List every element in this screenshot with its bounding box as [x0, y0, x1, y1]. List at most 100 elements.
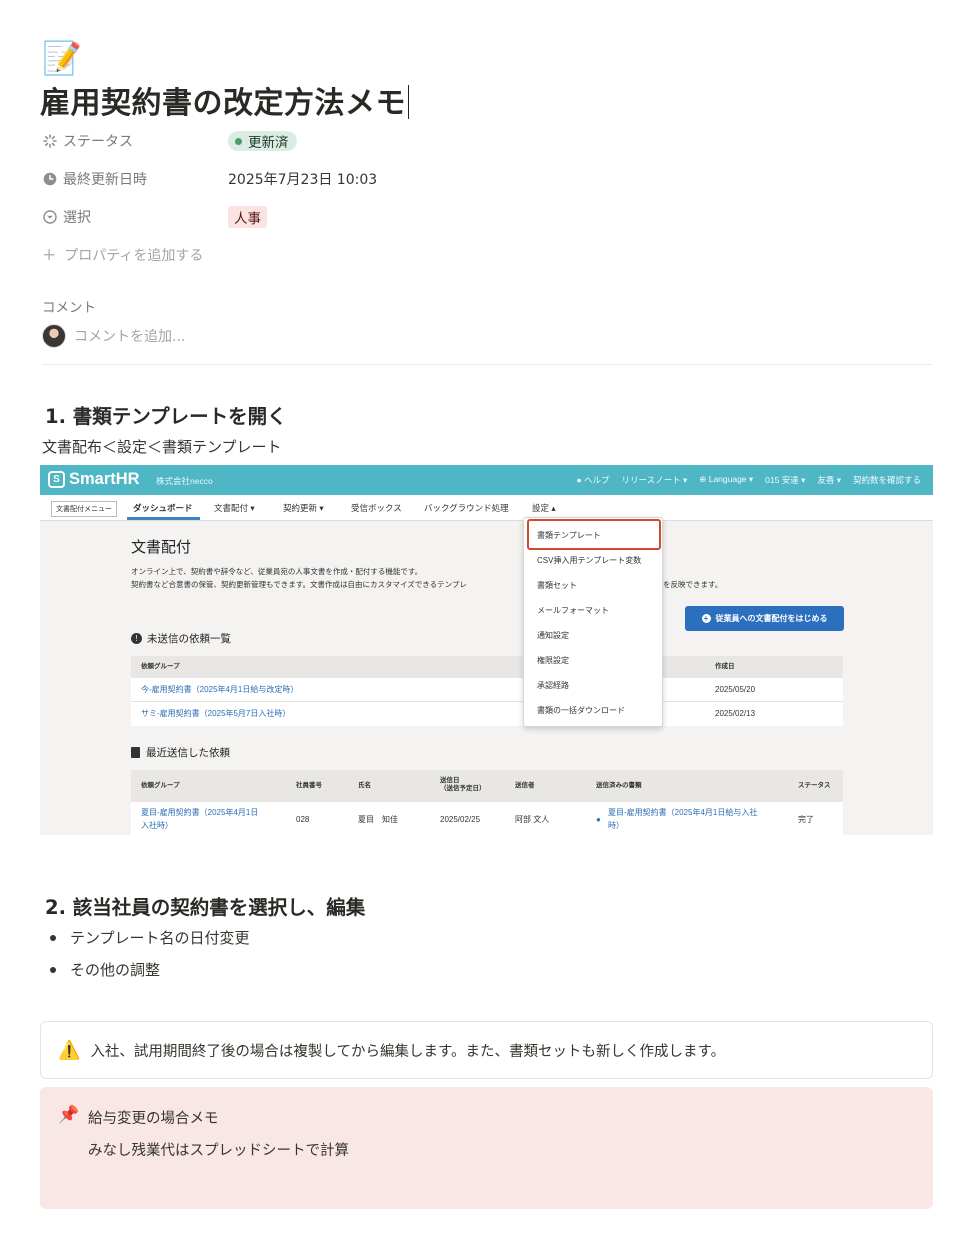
warning-icon[interactable]: ⚠️	[58, 1040, 80, 1061]
bullet-icon	[50, 934, 56, 941]
callout-note[interactable]: 📌 給与変更の場合メモ みなし残業代はスプレッドシートで計算	[40, 1087, 933, 1209]
property-last-edited[interactable]: 最終更新日時 2025年7月23日 10:03	[42, 166, 377, 192]
col-header-name: 氏名	[358, 782, 371, 789]
pending-heading: ! 未送信の依頼一覧	[131, 631, 231, 646]
col-header-date: 作成日	[715, 663, 735, 670]
recent-row-group-line1: 夏目-雇用契約書（2025年4月1日	[141, 808, 259, 817]
property-select[interactable]: 選択 人事	[42, 204, 267, 230]
row-divider	[131, 701, 843, 702]
avatar	[42, 324, 66, 348]
section-heading-1[interactable]: 1. 書類テンプレートを開く	[45, 400, 287, 429]
clock-icon	[42, 171, 58, 187]
tab-inbox: 受信ボックス	[351, 503, 402, 513]
topnav-help: ● ヘルプ	[576, 475, 610, 485]
recent-heading: 最近送信した依頼	[131, 745, 230, 760]
dropdown-item-approval-route: 承認経路	[537, 681, 569, 690]
recent-row-name: 夏目 知佳	[358, 815, 398, 824]
recent-table-header: 依頼グループ 社員番号 氏名 送信日 （送信予定日） 送信者 送信済みの書類 ス…	[131, 770, 843, 802]
list-item-text: その他の調整	[70, 961, 161, 979]
status-value: 更新済	[248, 135, 289, 151]
smarthr-header: S SmartHR 株式会社necco ● ヘルプ リリースノート ▾ ⊕ Lan…	[40, 465, 933, 495]
add-property-label: プロパティを追加する	[64, 248, 204, 264]
col-header-group: 依頼グループ	[141, 782, 180, 789]
col-header-status: ステータス	[798, 782, 831, 789]
dropdown-item-document-set: 書類セット	[537, 581, 577, 590]
pushpin-icon[interactable]: 📌	[58, 1105, 79, 1125]
callout-warning[interactable]: ⚠️ 入社、試用期間終了後の場合は複製してから編集します。また、書類セットも新し…	[40, 1021, 933, 1079]
col-header-sender: 送信者	[515, 782, 535, 789]
property-status[interactable]: ステータス 更新済	[42, 128, 297, 154]
tab-settings: 設定 ▴	[532, 503, 556, 513]
tab-dashboard: ダッシュボード	[133, 503, 193, 513]
pending-row-group: サミ-雇用契約書（2025年5月7日入社時）	[141, 709, 291, 718]
comments-heading: コメント	[42, 300, 96, 316]
description-line-1: オンライン上で、契約書や辞令など、従業員宛の人事文書を作成・配付する機能です。	[131, 567, 423, 576]
callout-warning-text[interactable]: 入社、試用期間終了後の場合は複製してから編集します。また、書類セットも新しく作成…	[90, 1040, 725, 1061]
dropdown-item-permissions: 権限設定	[537, 656, 569, 665]
status-icon	[42, 133, 58, 149]
section-1-text[interactable]: 文書配布＜設定＜書類テンプレート	[42, 436, 282, 457]
topnav-user: 015 安達 ▾	[765, 475, 806, 485]
recent-row-group-line2: 入社時）	[141, 821, 173, 830]
dropdown-item-mail-format: メールフォーマット	[537, 606, 609, 615]
recent-row-doc-line2: 時）	[608, 821, 624, 830]
topnav-language-label: Language ▾	[708, 474, 754, 484]
smarthr-brand: SmartHR	[69, 470, 140, 488]
list-item[interactable]: テンプレート名の日付変更	[50, 927, 250, 948]
start-delivery-label: 従業員への文書配付をはじめる	[715, 614, 828, 623]
start-delivery-button: + 従業員への文書配付をはじめる	[685, 606, 844, 631]
select-tag[interactable]: 人事	[228, 206, 267, 228]
select-icon	[42, 209, 58, 225]
page-title[interactable]: 雇用契約書の改定方法メモ	[40, 78, 409, 122]
recent-table: 依頼グループ 社員番号 氏名 送信日 （送信予定日） 送信者 送信済みの書類 ス…	[131, 770, 843, 835]
recent-row-date: 2025/02/25	[440, 815, 481, 824]
add-property-button[interactable]: + プロパティを追加する	[42, 245, 203, 265]
page-emoji-icon[interactable]: 📝	[42, 40, 82, 76]
document-icon	[131, 747, 140, 758]
property-label: 選択	[63, 210, 91, 226]
list-item-text: テンプレート名の日付変更	[70, 929, 250, 947]
plus-icon: +	[701, 614, 711, 623]
description-line-2-tail: を反映できます。	[663, 580, 723, 589]
plus-icon: +	[42, 245, 57, 265]
status-badge[interactable]: 更新済	[228, 131, 297, 151]
col-header-sent-date: 送信日 （送信予定日）	[440, 777, 486, 792]
bullet-icon	[50, 966, 56, 973]
smarthr-topnav: ● ヘルプ リリースノート ▾ ⊕ Language ▾ 015 安達 ▾ 友香…	[577, 474, 922, 486]
pending-table-header: 依頼グループ 作成日	[131, 656, 843, 678]
callout-note-title[interactable]: 給与変更の場合メモ	[88, 1107, 219, 1128]
smarthr-logo-icon: S	[48, 471, 65, 488]
add-comment-row[interactable]: コメントを追加...	[42, 324, 185, 348]
callout-note-text[interactable]: みなし残業代はスプレッドシートで計算	[88, 1139, 349, 1160]
pending-table: 依頼グループ 作成日 今-雇用契約書（2025年4月1日給与改定時） 2025/…	[131, 656, 843, 726]
dropdown-item-bulk-download: 書類の一括ダウンロード	[537, 706, 625, 715]
dropdown-item-csv-variables: CSV挿入用テンプレート変数	[537, 556, 642, 565]
col-header-sent-docs: 送信済みの書類	[596, 782, 642, 789]
property-label: 最終更新日時	[63, 172, 147, 188]
tab-document-delivery: 文書配付 ▾	[214, 503, 255, 513]
topnav-user2: 友香 ▾	[817, 475, 841, 485]
pending-row-group: 今-雇用契約書（2025年4月1日給与改定時）	[141, 685, 299, 694]
recent-row-doc-line1: 夏目-雇用契約書（2025年4月1日給与入社	[608, 808, 758, 817]
tab-background: バックグラウンド処理	[424, 503, 509, 513]
section-heading-2[interactable]: 2. 該当社員の契約書を選択し、編集	[45, 891, 365, 920]
recent-row-employee-no: 028	[296, 815, 310, 824]
recent-row-status: 完了	[798, 815, 814, 824]
list-item[interactable]: その他の調整	[50, 959, 160, 980]
topnav-release: リリースノート ▾	[621, 475, 688, 485]
topnav-help-label: ヘルプ	[584, 475, 610, 485]
pending-row-date: 2025/05/20	[715, 685, 756, 694]
pending-heading-text: 未送信の依頼一覧	[147, 633, 231, 645]
status-dot	[235, 137, 242, 145]
pending-row-date: 2025/02/13	[715, 709, 756, 718]
col-header-group: 依頼グループ	[141, 663, 180, 670]
smarthr-logo: S SmartHR	[48, 470, 140, 489]
comment-input[interactable]: コメントを追加...	[74, 326, 185, 346]
page-title-text[interactable]: 雇用契約書の改定方法メモ	[40, 86, 406, 121]
recent-heading-text: 最近送信した依頼	[146, 747, 230, 759]
active-tab-indicator	[127, 517, 200, 520]
embedded-screenshot[interactable]: S SmartHR 株式会社necco ● ヘルプ リリースノート ▾ ⊕ Lan…	[40, 465, 933, 835]
divider	[42, 364, 932, 365]
recent-row-sender: 阿部 文人	[515, 815, 550, 824]
document-menu-button: 文書配付メニュー	[51, 501, 117, 517]
